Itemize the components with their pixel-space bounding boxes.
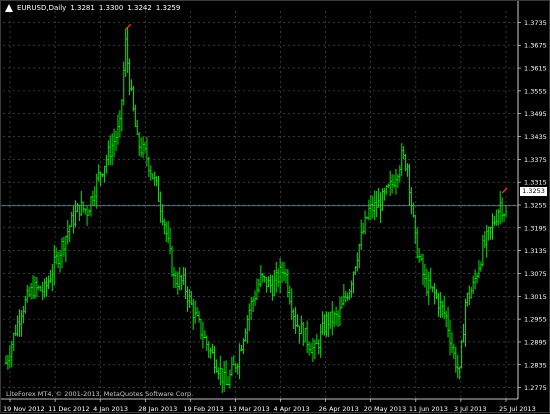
close-price: 1.3259: [155, 4, 181, 12]
low-price: 1.3242: [127, 4, 152, 12]
price-axis-label: 1.3315: [524, 179, 547, 187]
time-axis-label: 25 Jul 2013: [499, 405, 536, 413]
current-price-label: 1.3253: [520, 187, 547, 196]
time-axis-label: 20 May 2013: [364, 405, 406, 413]
fractal-arrow-icon: [125, 23, 132, 30]
time-axis-label: 19 Nov 2012: [3, 405, 45, 413]
time-axis-label: 4 Jan 2013: [93, 405, 128, 413]
time-axis-label: 13 Mar 2013: [228, 405, 269, 413]
price-axis-label: 1.3615: [524, 65, 547, 73]
price-chart[interactable]: 1.3735 1.3675 1.3615 1.3555 1.3495 1.3435 1.33…: [1, 1, 550, 414]
copyright-text: LiteForex MT4, © 2001-2013, MetaQuotes S…: [6, 390, 194, 398]
price-axis-label: 1.2955: [524, 316, 547, 324]
chart-header: EURUSD,Daily 1.3281 1.3300 1.3242 1.3259: [5, 4, 180, 12]
time-axis-label: 4 Apr 2013: [274, 405, 310, 413]
chart-window[interactable]: 1.3735 1.3675 1.3615 1.3555 1.3495 1.3435 1.33…: [0, 0, 550, 413]
price-axis-label: 1.2775: [524, 384, 547, 392]
price-axis-label: 1.3735: [524, 19, 547, 27]
time-axis-label: 11 Jun 2013: [409, 405, 448, 413]
time-axis-label: 19 Feb 2013: [183, 405, 223, 413]
chart-properties-icon[interactable]: [5, 4, 13, 12]
price-axis-label: 1.3015: [524, 293, 547, 301]
time-axis-label: 26 Apr 2013: [319, 405, 359, 413]
price-axis-label: 1.3075: [524, 270, 547, 278]
price-axis-label: 1.3435: [524, 133, 547, 141]
price-axis-label: 1.3195: [524, 224, 547, 232]
fractal-arrow-icon: [501, 187, 508, 194]
price-axis-label: 1.3675: [524, 42, 547, 50]
price-axis-label: 1.3135: [524, 247, 547, 255]
high-price: 1.3300: [98, 4, 124, 12]
time-axis-label: 3 Jul 2013: [454, 405, 487, 413]
price-axis-label: 1.3255: [524, 202, 547, 210]
price-axis-label: 1.2895: [524, 338, 547, 346]
price-axis-label: 1.3375: [524, 156, 547, 164]
symbol-timeframe: EURUSD,Daily: [17, 4, 67, 12]
price-axis-label: 1.2835: [524, 361, 547, 369]
price-axis-label: 1.3555: [524, 87, 547, 95]
price-axis-label: 1.3495: [524, 110, 547, 118]
time-axis-label: 28 Jan 2013: [138, 405, 177, 413]
open-price: 1.3281: [70, 4, 95, 12]
time-axis-label: 11 Dec 2012: [48, 405, 90, 413]
